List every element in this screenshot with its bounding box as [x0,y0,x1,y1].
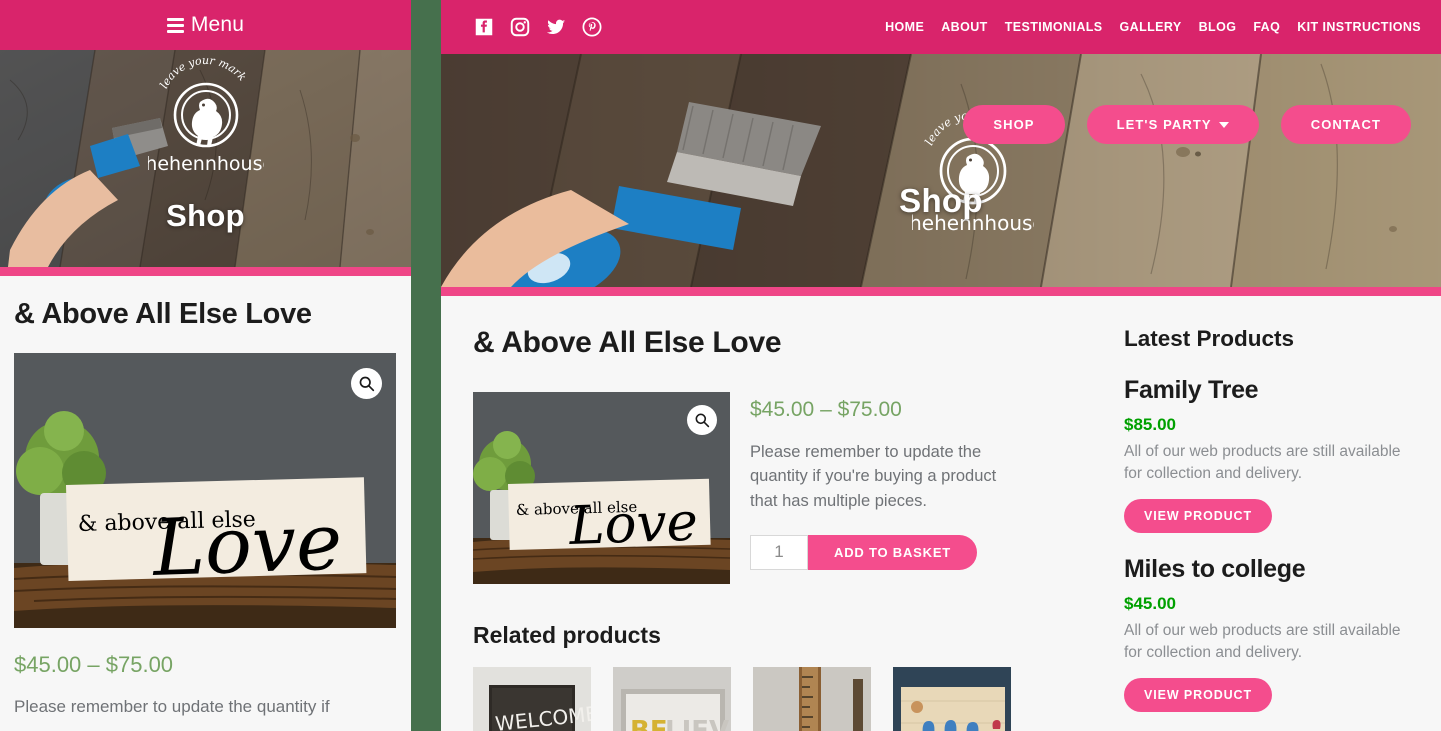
mobile-product-section: & Above All Else Love & above all else L… [0,276,411,720]
sidebar-product-name[interactable]: Miles to college [1124,555,1421,584]
mobile-product-description: Please remember to update the quantity i… [14,697,330,716]
product-photo-love-sign: & above all else Love [14,353,396,628]
latest-products-sidebar: Latest Products Family Tree $85.00 All o… [1086,326,1441,731]
view-product-button[interactable]: VIEW PRODUCT [1124,498,1273,533]
add-to-cart-form: ADD TO BASKET [750,534,1086,570]
sidebar-product-miles-to-college: Miles to college $45.00 All of our web p… [1124,555,1421,712]
product-image[interactable]: & above all else Love [473,392,730,584]
related-product-birds-on-wire[interactable] [893,667,1011,731]
sidebar-product-price: $45.00 [1124,593,1176,613]
sidebar-product-description: All of our web products are still availa… [1124,621,1401,662]
mobile-product-price: $45.00 – $75.00 [14,652,174,677]
page-content: & Above All Else Love & above all else L… [441,296,1441,731]
product-summary: & above all else Love $45.00 – $75.00 Pl… [473,392,1086,584]
pinterest-icon[interactable] [581,16,603,38]
sidebar-product-family-tree: Family Tree $85.00 All of our web produc… [1124,376,1421,533]
product-description: Please remember to update the quantity i… [750,443,997,510]
nav-item-gallery[interactable]: GALLERY [1120,20,1182,34]
product-zoom-icon[interactable] [687,405,717,435]
svg-text:thehennhouse: thehennhouse [148,153,264,175]
related-products-grid: WELCOME BE LIEVE [473,667,1086,731]
nav-item-home[interactable]: HOME [885,20,924,34]
lets-party-dropdown-button[interactable]: LET'S PARTY [1086,105,1259,144]
search-icon [695,413,710,428]
mobile-hero-banner: leave your mark thehennhouse Shop [0,50,411,267]
quantity-input[interactable] [750,534,808,570]
sidebar-product-price: $85.00 [1124,415,1176,434]
mobile-product-title: & Above All Else Love [14,298,312,330]
product-title: & Above All Else Love [473,326,782,359]
mobile-hero-title: Shop [166,198,245,233]
shop-button-label: SHOP [993,117,1035,132]
svg-text:Love: Love [150,497,344,594]
contact-button[interactable]: CONTACT [1280,105,1411,144]
search-icon [359,376,375,392]
mobile-product-zoom-icon[interactable] [351,368,382,399]
instagram-icon[interactable] [509,16,531,38]
product-info: $45.00 – $75.00 Please remember to updat… [750,392,1086,584]
social-links [473,16,603,38]
svg-text:BE: BE [630,716,668,731]
hero-action-buttons: SHOP LET'S PARTY CONTACT [963,105,1411,144]
nav-item-blog[interactable]: BLOG [1199,20,1237,34]
sidebar-product-description: All of our web products are still availa… [1124,443,1401,483]
nav-item-about[interactable]: ABOUT [941,20,987,34]
main-navigation: HOME ABOUT TESTIMONIALS GALLERY BLOG FAQ… [885,20,1421,34]
desktop-preview-panel: HOME ABOUT TESTIMONIALS GALLERY BLOG FAQ… [441,0,1441,731]
svg-text:leave your mark: leave your mark [157,58,249,91]
mobile-menu-button[interactable]: Menu [166,13,245,37]
mobile-brand-logo: leave your mark thehennhouse [137,54,273,183]
related-product-growth-chart[interactable]: 3 [753,667,871,731]
wooden-sign: & above all else Love [66,477,367,594]
chevron-down-icon [1218,121,1229,128]
mobile-hero-accent-stripe [0,267,411,276]
sidebar-heading: Latest Products [1124,326,1295,351]
view-product-button[interactable]: VIEW PRODUCT [1124,677,1273,712]
facebook-icon[interactable] [473,16,495,38]
related-product-believe[interactable]: BE LIEVE [613,667,731,731]
desktop-hero-accent-stripe [441,287,1441,296]
mobile-menu-label: Menu [190,13,245,36]
add-to-basket-button[interactable]: ADD TO BASKET [808,534,978,570]
svg-text:Love: Love [567,492,698,557]
hamburger-icon [166,17,184,33]
contact-button-label: CONTACT [1310,117,1381,132]
mobile-product-image[interactable]: & above all else Love [14,353,396,628]
desktop-topbar: HOME ABOUT TESTIMONIALS GALLERY BLOG FAQ… [441,0,1441,54]
nav-item-testimonials[interactable]: TESTIMONIALS [1005,20,1103,34]
shop-button[interactable]: SHOP [963,105,1065,144]
panel-divider [411,0,441,731]
product-main-column: & Above All Else Love & above all else L… [441,326,1086,731]
mobile-topbar: Menu [0,0,411,50]
desktop-hero-banner: leave your mark thehennhouse Shop SHOP L… [441,54,1441,287]
wooden-sign: & above all else Love [508,478,711,557]
twitter-icon[interactable] [545,16,567,38]
nav-item-kit-instructions[interactable]: KIT INSTRUCTIONS [1297,20,1421,34]
product-price: $45.00 – $75.00 [750,398,902,421]
browser-viewport: Menu leave your mark hehennhous Shop & A… [0,0,1441,731]
desktop-hero-title: Shop [899,182,983,219]
related-product-welcome[interactable]: WELCOME [473,667,591,731]
lets-party-button-label: LET'S PARTY [1116,117,1212,132]
sidebar-product-name[interactable]: Family Tree [1124,376,1421,405]
related-products-heading: Related products [473,622,661,648]
mobile-preview-panel: Menu leave your mark hehennhous Shop & A… [0,0,411,731]
svg-text:LIEVE: LIEVE [665,716,731,731]
nav-item-faq[interactable]: FAQ [1253,20,1280,34]
